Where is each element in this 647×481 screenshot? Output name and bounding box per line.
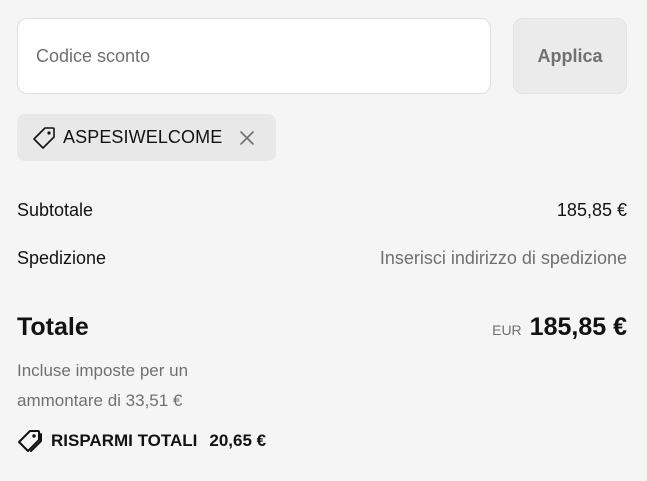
total-savings: RISPARMI TOTALI 20,65 €: [17, 428, 266, 454]
tags-icon: [17, 428, 43, 454]
shipping-row: Spedizione Inserisci indirizzo di spediz…: [17, 248, 627, 269]
applied-discount-chip: ASPESIWELCOME: [17, 114, 276, 161]
savings-value: 20,65 €: [209, 431, 267, 450]
subtotal-label: Subtotale: [17, 200, 94, 220]
tag-icon: [31, 125, 57, 151]
subtotal-row: Subtotale 185,85 €: [17, 200, 627, 221]
total-label: Totale: [17, 313, 89, 341]
order-summary: Applica ASPESIWELCOME Subtotale 185,85 €…: [0, 0, 647, 481]
savings-label: RISPARMI TOTALI: [51, 431, 198, 450]
shipping-label: Spedizione: [17, 248, 107, 268]
apply-discount-button[interactable]: Applica: [513, 18, 627, 94]
total-amount: 185,85 €: [529, 313, 627, 341]
tax-note: Incluse imposte per un ammontare di 33,5…: [17, 361, 189, 410]
discount-code-input[interactable]: [17, 18, 491, 94]
total-row: Totale EUR 185,85 €: [17, 313, 627, 342]
shipping-value: Inserisci indirizzo di spedizione: [379, 248, 627, 268]
total-amount-group: EUR 185,85 €: [492, 313, 627, 342]
subtotal-value: 185,85 €: [556, 200, 627, 220]
discount-form: Applica: [17, 18, 627, 94]
applied-discount-code: ASPESIWELCOME: [63, 127, 223, 147]
currency-code: EUR: [492, 322, 522, 338]
close-icon[interactable]: [236, 127, 258, 149]
